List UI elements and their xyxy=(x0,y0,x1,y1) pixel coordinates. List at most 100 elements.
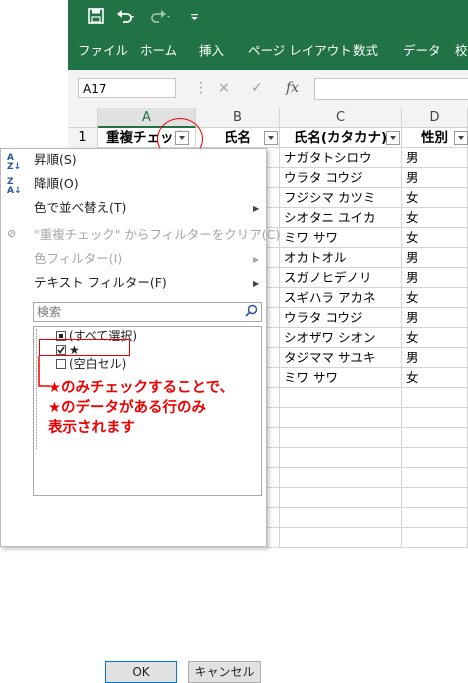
sex-cell[interactable] xyxy=(402,528,468,548)
name-cell[interactable] xyxy=(267,148,280,168)
row-header-1[interactable]: 1 xyxy=(68,128,98,148)
kana-cell[interactable] xyxy=(280,488,402,508)
formula-input[interactable] xyxy=(314,78,468,100)
name-cell[interactable] xyxy=(267,268,280,288)
select-all-corner[interactable] xyxy=(68,108,98,128)
kana-cell[interactable] xyxy=(280,528,402,548)
kana-cell[interactable]: ウラタ コウジ xyxy=(280,308,402,328)
blank-cells-label: (空白セル) xyxy=(69,357,127,371)
filter-dropdown-d[interactable] xyxy=(454,131,468,145)
sex-cell[interactable]: 男 xyxy=(402,308,468,328)
name-cell[interactable] xyxy=(267,208,280,228)
kana-cell[interactable] xyxy=(280,408,402,428)
search-icon xyxy=(245,304,258,322)
kana-cell[interactable]: ナガタトシロウ xyxy=(280,148,402,168)
ok-button[interactable]: OK xyxy=(105,661,177,683)
filter-dropdown-c[interactable] xyxy=(386,131,400,145)
name-cell[interactable] xyxy=(267,428,280,448)
filter-dropdown-b[interactable] xyxy=(264,131,278,145)
title-bar-left xyxy=(0,0,68,70)
sex-cell[interactable]: 女 xyxy=(402,368,468,388)
sex-cell[interactable]: 男 xyxy=(402,268,468,288)
submenu-arrow-icon: ▶ xyxy=(253,279,260,288)
sex-cell[interactable]: 男 xyxy=(402,348,468,368)
sort-ascending-item[interactable]: 昇順(S) xyxy=(34,151,77,169)
sex-cell[interactable]: 女 xyxy=(402,328,468,348)
sex-cell[interactable]: 女 xyxy=(402,228,468,248)
sex-cell[interactable]: 男 xyxy=(402,148,468,168)
sex-cell[interactable] xyxy=(402,448,468,468)
sex-cell[interactable] xyxy=(402,488,468,508)
column-header-b[interactable]: B xyxy=(196,108,280,128)
name-cell[interactable] xyxy=(267,168,280,188)
tab-review[interactable]: 校 xyxy=(455,38,468,64)
column-header-c[interactable]: C xyxy=(280,108,402,128)
name-box[interactable]: A17 xyxy=(78,78,176,98)
text-filter-item[interactable]: テキスト フィルター(F) xyxy=(34,274,167,292)
sex-cell[interactable]: 女 xyxy=(402,288,468,308)
name-cell[interactable] xyxy=(267,288,280,308)
cancel-icon[interactable]: × xyxy=(218,78,230,98)
tab-home[interactable]: ホーム xyxy=(140,38,177,64)
undo-icon[interactable] xyxy=(116,8,138,28)
kana-cell[interactable] xyxy=(280,428,402,448)
sex-cell[interactable] xyxy=(402,508,468,528)
name-cell[interactable] xyxy=(267,328,280,348)
enter-icon[interactable]: ✓ xyxy=(251,78,263,98)
tab-page-layout[interactable]: ページ レイアウト xyxy=(248,38,352,64)
name-cell[interactable] xyxy=(267,528,280,548)
save-icon[interactable] xyxy=(88,8,104,28)
sort-by-color-item[interactable]: 色で並べ替え(T) xyxy=(34,199,126,217)
kana-cell[interactable]: スギハラ アカネ xyxy=(280,288,402,308)
name-cell[interactable] xyxy=(267,188,280,208)
blank-cells-checkbox[interactable] xyxy=(56,359,66,369)
tab-data[interactable]: データ xyxy=(403,38,441,64)
sex-cell[interactable]: 男 xyxy=(402,248,468,268)
kana-cell[interactable]: シオタニ ユイカ xyxy=(280,208,402,228)
name-box-dropdown-icon[interactable]: ⋮ xyxy=(194,78,208,98)
kana-cell[interactable]: タジママ サユキ xyxy=(280,348,402,368)
kana-cell[interactable] xyxy=(280,448,402,468)
tab-file[interactable]: ファイル xyxy=(78,38,128,64)
kana-cell[interactable] xyxy=(280,508,402,528)
kana-cell[interactable]: ウラタ コウジ xyxy=(280,168,402,188)
name-cell[interactable] xyxy=(267,388,280,408)
sex-cell[interactable] xyxy=(402,468,468,488)
kana-cell[interactable]: ミワ サワ xyxy=(280,368,402,388)
sex-cell[interactable] xyxy=(402,428,468,448)
customize-icon[interactable] xyxy=(190,8,200,28)
name-cell[interactable] xyxy=(267,408,280,428)
kana-cell[interactable]: フジシマ カツミ xyxy=(280,188,402,208)
sex-cell[interactable] xyxy=(402,388,468,408)
kana-cell[interactable]: オカトオル xyxy=(280,248,402,268)
name-cell[interactable] xyxy=(267,508,280,528)
kana-cell[interactable] xyxy=(280,468,402,488)
sex-cell[interactable]: 男 xyxy=(402,168,468,188)
sex-cell[interactable] xyxy=(402,408,468,428)
redo-icon[interactable] xyxy=(150,8,172,28)
name-cell[interactable] xyxy=(267,368,280,388)
sex-cell[interactable]: 女 xyxy=(402,208,468,228)
header-cell-kana[interactable]: 氏名(カタカナ) xyxy=(280,128,402,148)
column-header-d[interactable]: D xyxy=(402,108,468,128)
insert-function-icon[interactable]: fx xyxy=(286,78,299,98)
kana-cell[interactable]: ミワ サワ xyxy=(280,228,402,248)
header-cell-label: 氏名(カタカナ) xyxy=(293,130,388,146)
kana-cell[interactable]: スガノヒデノリ xyxy=(280,268,402,288)
name-cell[interactable] xyxy=(267,468,280,488)
name-cell[interactable] xyxy=(267,448,280,468)
name-cell[interactable] xyxy=(267,348,280,368)
color-filter-item[interactable]: 色フィルター(I) xyxy=(34,250,122,268)
name-cell[interactable] xyxy=(267,488,280,508)
cancel-button[interactable]: キャンセル xyxy=(188,661,261,683)
name-cell[interactable] xyxy=(267,248,280,268)
kana-cell[interactable] xyxy=(280,388,402,408)
sex-cell[interactable]: 女 xyxy=(402,188,468,208)
tab-formulas[interactable]: 数式 xyxy=(353,38,378,64)
filter-search-input[interactable]: 検索 xyxy=(33,302,262,322)
sort-descending-item[interactable]: 降順(O) xyxy=(34,175,79,193)
tab-insert[interactable]: 挿入 xyxy=(199,38,224,64)
kana-cell[interactable]: シオザワ シオン xyxy=(280,328,402,348)
name-cell[interactable] xyxy=(267,308,280,328)
clear-filter-item[interactable]: "重複チェック" からフィルターをクリア(C) xyxy=(34,226,280,244)
